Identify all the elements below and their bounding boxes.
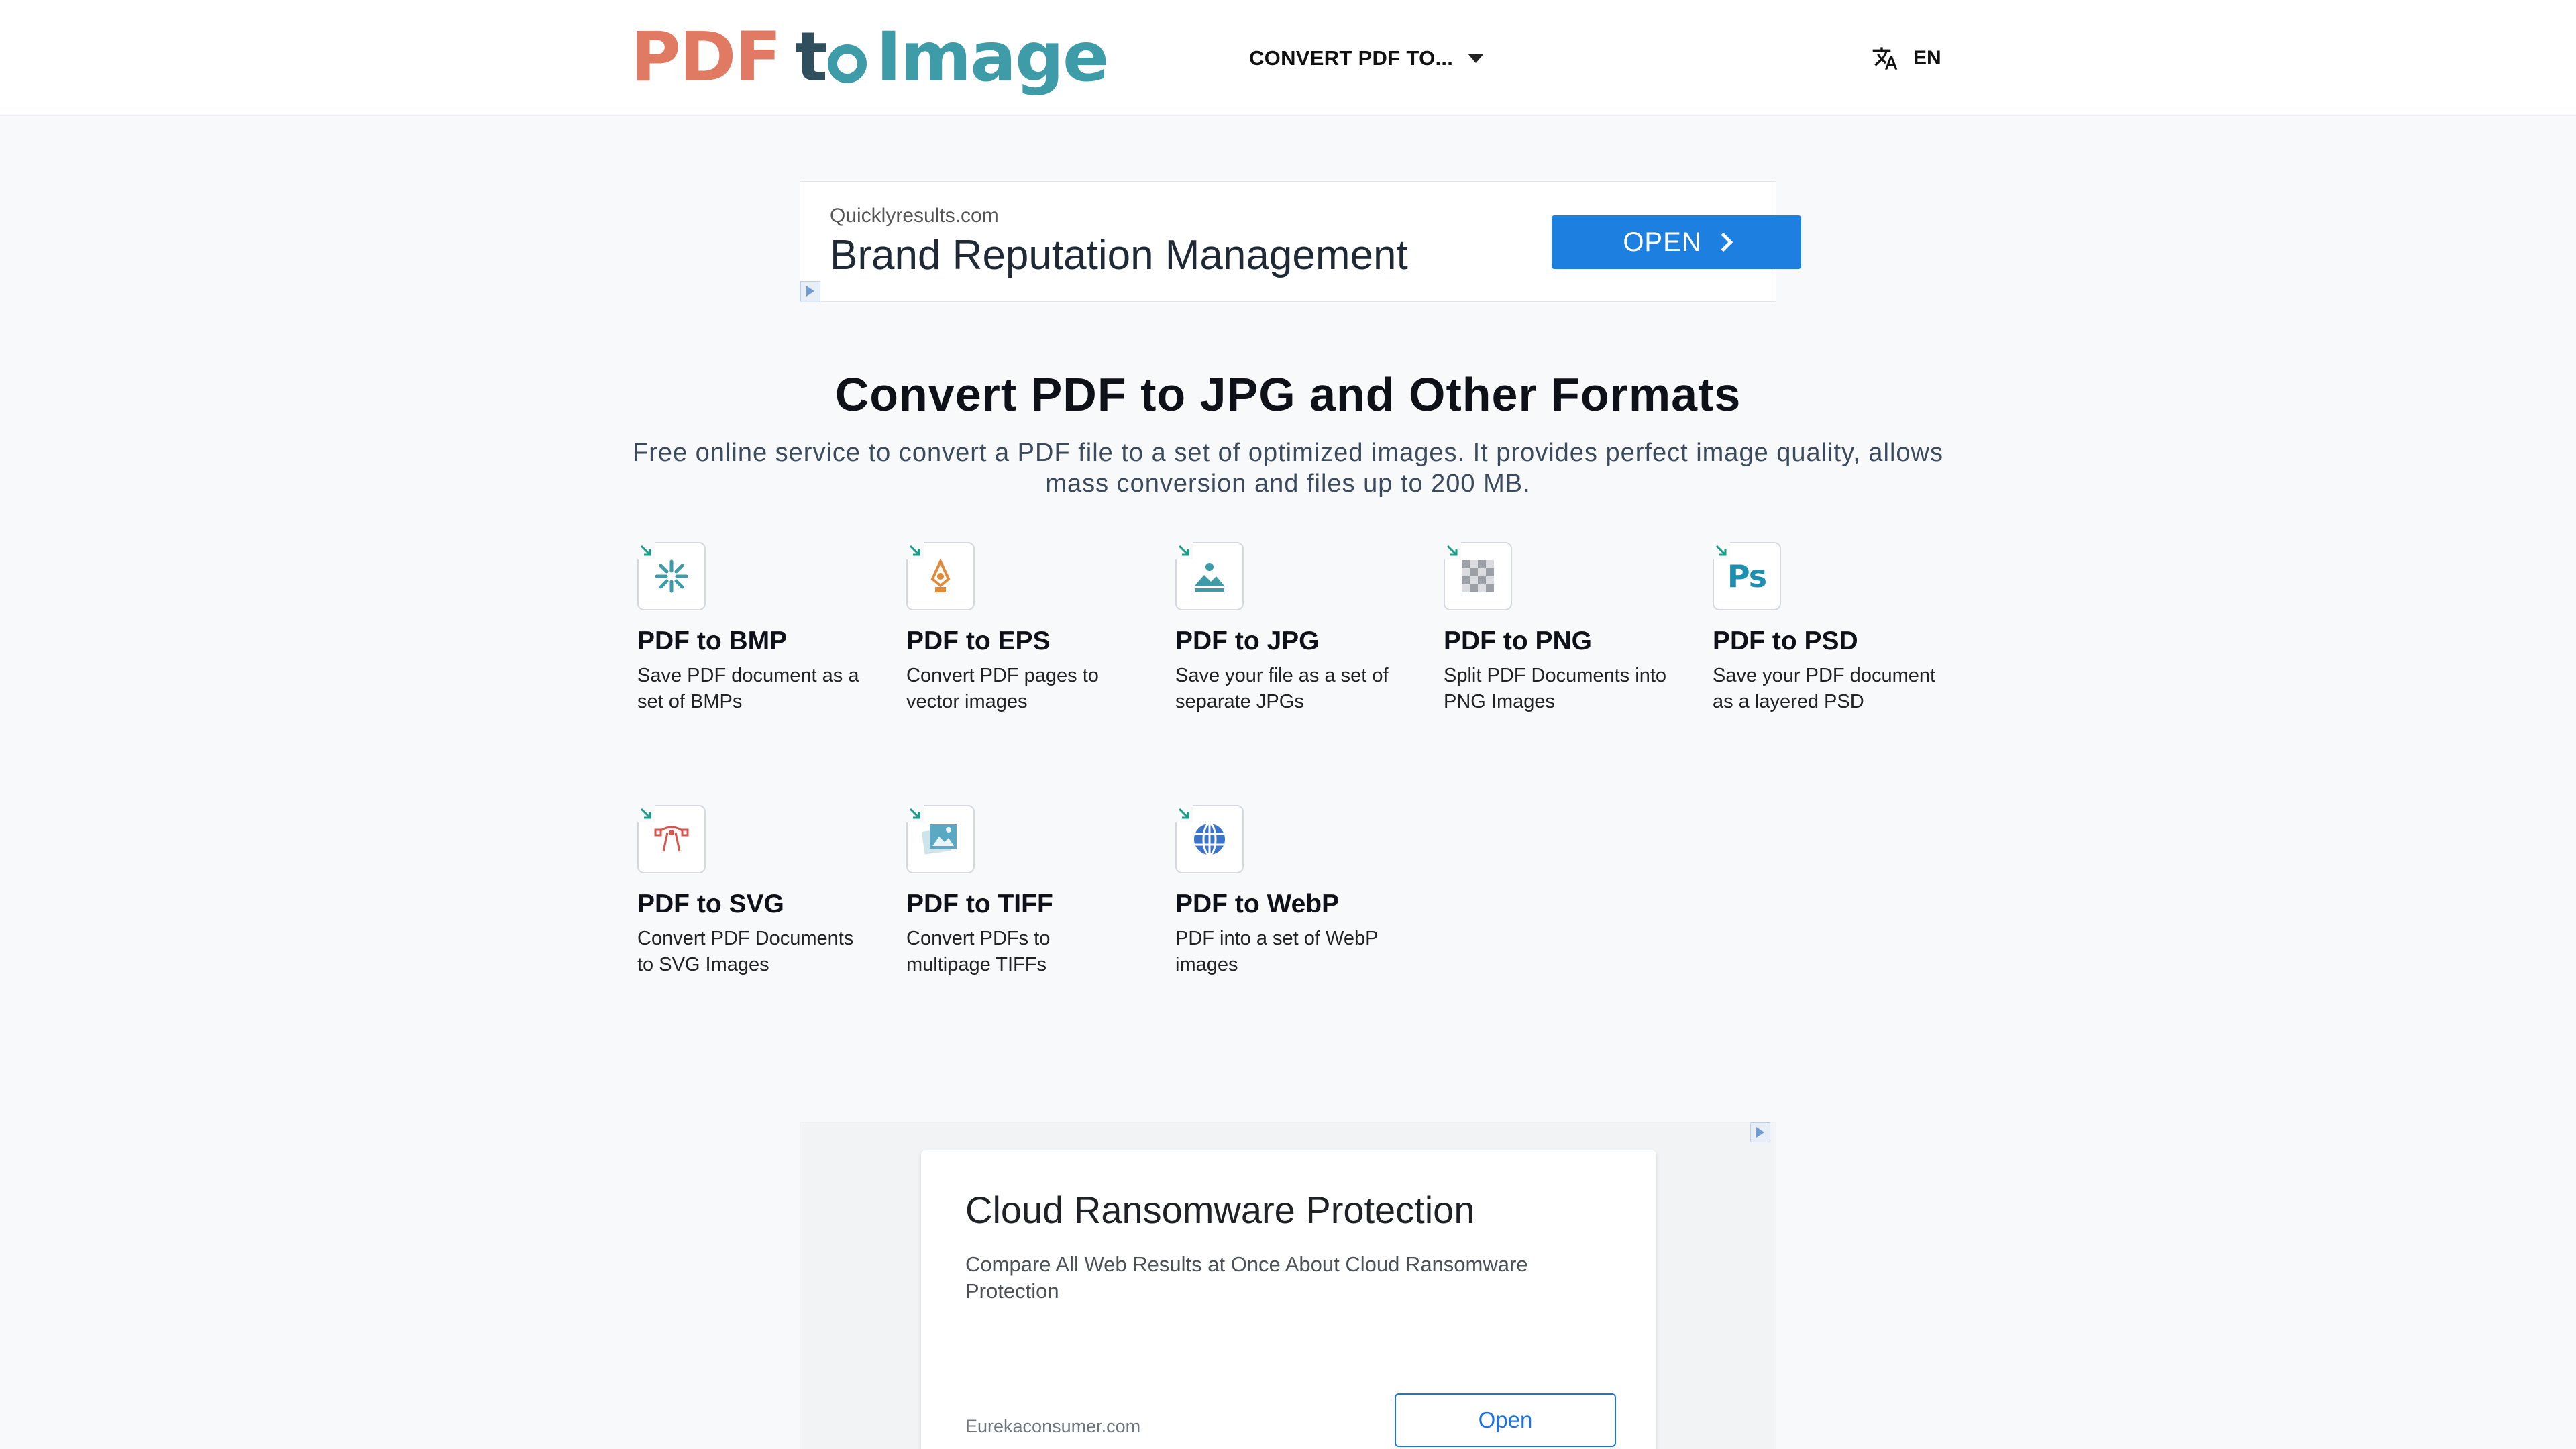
converter-card-jpg[interactable]: PDF to JPG Save your file as a set of se…: [1175, 542, 1403, 715]
logo-text-to: t: [795, 23, 867, 92]
converter-card-bmp[interactable]: PDF to BMP Save PDF document as a set of…: [637, 542, 865, 715]
ad-title[interactable]: Brand Reputation Management: [830, 231, 1408, 279]
converter-desc: Convert PDFs to multipage TIFFs: [906, 928, 1051, 975]
tiff-format-icon: [906, 805, 975, 873]
webp-format-icon: [1175, 805, 1244, 873]
ad-domain: Eurekaconsumer.com: [965, 1416, 1141, 1436]
converter-card-tiff[interactable]: PDF to TIFF Convert PDFs to multipage TI…: [906, 805, 1134, 978]
converter-desc: Save your PDF document as a layered PSD: [1713, 665, 1936, 712]
site-logo[interactable]: PDF t Image: [631, 17, 1109, 98]
converter-title: PDF to TIFF: [906, 890, 1053, 918]
converter-desc: PDF into a set of WebP images: [1175, 928, 1378, 975]
ad-domain: Quicklyresults.com: [830, 205, 999, 227]
converter-title: PDF to SVG: [637, 890, 784, 918]
converter-desc: Save PDF document as a set of BMPs: [637, 665, 859, 712]
converter-title: PDF to WebP: [1175, 890, 1340, 918]
language-selector[interactable]: EN: [1872, 42, 1941, 75]
caret-down-icon: [1468, 54, 1485, 63]
eps-format-icon: [906, 542, 975, 610]
ad-card[interactable]: Cloud Ransomware Protection Compare All …: [921, 1150, 1656, 1449]
converter-card-webp[interactable]: PDF to WebP PDF into a set of WebP image…: [1175, 805, 1403, 978]
converter-card-png[interactable]: PDF to PNG Split PDF Documents into PNG …: [1444, 542, 1672, 715]
ad-open-label: OPEN: [1623, 227, 1702, 257]
site-header: PDF t Image CONVERT PDF TO... EN: [0, 0, 2576, 116]
converter-title: PDF to EPS: [906, 627, 1051, 655]
converter-title: PDF to PSD: [1713, 627, 1858, 655]
ps-icon-text: Ps: [1727, 558, 1767, 594]
ad-description: Compare All Web Results at Once About Cl…: [965, 1252, 1528, 1303]
png-format-icon: [1444, 542, 1512, 610]
bottom-ad-banner[interactable]: Cloud Ransomware Protection Compare All …: [800, 1122, 1776, 1449]
convert-pdf-to-dropdown[interactable]: CONVERT PDF TO...: [1249, 42, 1485, 75]
translate-icon: [1872, 45, 1898, 72]
page-subtitle: Free online service to convert a PDF fil…: [632, 439, 1943, 498]
adchoices-icon[interactable]: [800, 281, 820, 301]
ad-open-button[interactable]: OPEN: [1552, 215, 1801, 269]
converter-desc: Convert PDF Documents to SVG Images: [637, 928, 854, 975]
chevron-right-icon: [1713, 232, 1733, 252]
ad-open-button[interactable]: Open: [1395, 1393, 1616, 1447]
top-ad-banner[interactable]: Quicklyresults.com Brand Reputation Mana…: [800, 181, 1801, 302]
psd-format-icon: Ps: [1713, 542, 1781, 610]
converter-card-eps[interactable]: PDF to EPS Convert PDF pages to vector i…: [906, 542, 1134, 715]
converter-title: PDF to PNG: [1444, 627, 1592, 655]
converter-card-svg[interactable]: PDF to SVG Convert PDF Documents to SVG …: [637, 805, 865, 978]
language-label: EN: [1913, 47, 1941, 69]
converter-desc: Split PDF Documents into PNG Images: [1444, 665, 1667, 712]
jpg-format-icon: [1175, 542, 1244, 610]
logo-text-pdf: PDF: [631, 17, 782, 97]
bmp-format-icon: [637, 542, 706, 610]
page-title: Convert PDF to JPG and Other Formats: [835, 368, 1741, 421]
logo-text-image: Image: [875, 17, 1109, 97]
converter-card-psd[interactable]: Ps PDF to PSD Save your PDF document as …: [1713, 542, 1941, 715]
adchoices-icon[interactable]: [1750, 1122, 1770, 1142]
logo-o-ring-icon: [827, 44, 867, 83]
converter-desc: Convert PDF pages to vector images: [906, 665, 1099, 712]
svg-format-icon: [637, 805, 706, 873]
converter-title: PDF to JPG: [1175, 627, 1320, 655]
converter-desc: Save your file as a set of separate JPGs: [1175, 665, 1389, 712]
ad-title[interactable]: Cloud Ransomware Protection: [965, 1188, 1474, 1232]
converter-title: PDF to BMP: [637, 627, 788, 655]
convert-dropdown-label: CONVERT PDF TO...: [1249, 46, 1454, 70]
